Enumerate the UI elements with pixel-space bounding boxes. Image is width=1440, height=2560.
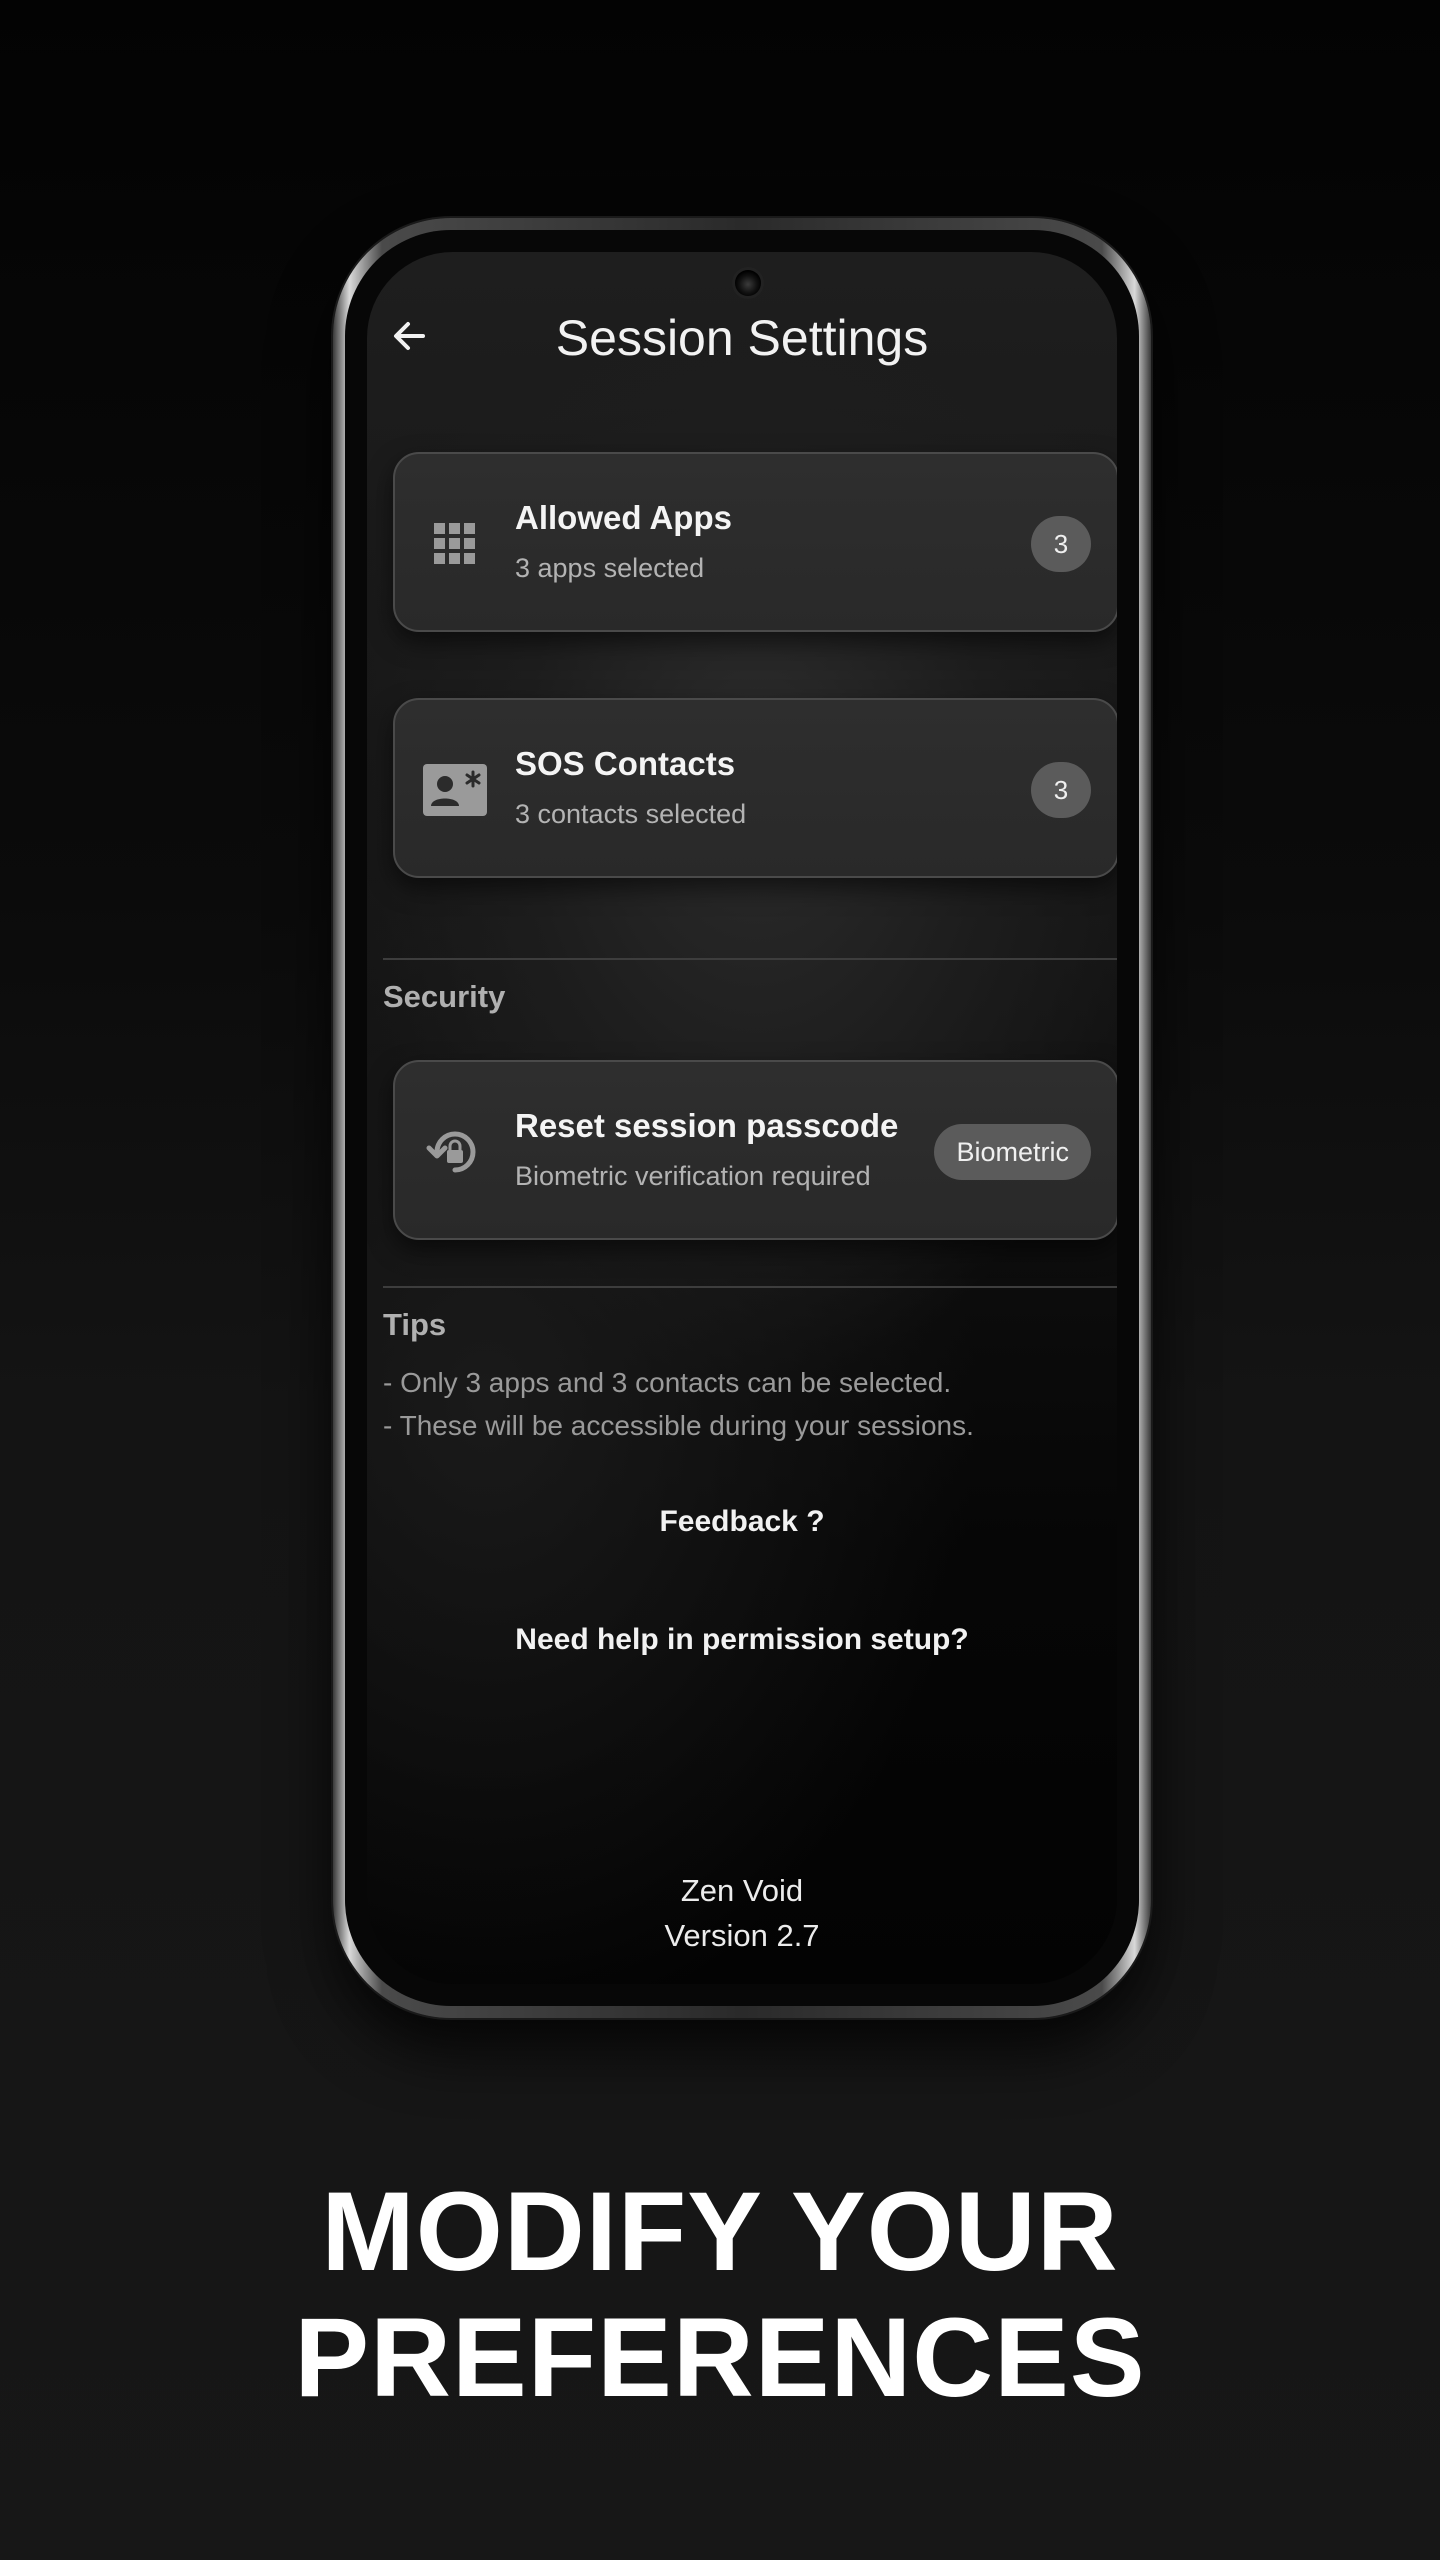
app-name: Zen Void [680, 1873, 804, 1908]
contact-card-icon [423, 758, 487, 822]
phone-frame: Session Settings Allowed Apps 3 apps sel… [333, 218, 1151, 2018]
caption-line-2: PREFERENCES [294, 2295, 1146, 2420]
section-divider [383, 1286, 1117, 1288]
app-screen: Session Settings Allowed Apps 3 apps sel… [367, 252, 1117, 1984]
allowed-apps-subtitle: 3 apps selected [515, 553, 705, 583]
phone-bezel: Session Settings Allowed Apps 3 apps sel… [345, 230, 1139, 2006]
tip-line: - Only 3 apps and 3 contacts can be sele… [383, 1367, 952, 1398]
permission-help-link[interactable]: Need help in permission setup? [367, 1622, 1117, 1658]
section-divider [383, 958, 1117, 960]
front-camera [735, 270, 761, 296]
feedback-link[interactable]: Feedback ? [367, 1504, 1117, 1540]
lock-reset-icon [423, 1120, 487, 1184]
sos-contacts-card[interactable]: SOS Contacts 3 contacts selected 3 [393, 698, 1117, 878]
allowed-apps-title: Allowed Apps [515, 499, 732, 536]
allowed-apps-card[interactable]: Allowed Apps 3 apps selected 3 [393, 452, 1117, 632]
reset-passcode-card[interactable]: Reset session passcode Biometric verific… [393, 1060, 1117, 1240]
sos-contacts-title: SOS Contacts [515, 745, 736, 782]
tips-heading: Tips [383, 1307, 447, 1342]
sos-contacts-count-badge: 3 [1031, 762, 1091, 818]
reset-passcode-subtitle: Biometric verification required [515, 1161, 871, 1191]
app-version: Version 2.7 [664, 1918, 820, 1953]
reset-passcode-title: Reset session passcode [515, 1107, 899, 1144]
sos-contacts-subtitle: 3 contacts selected [515, 799, 747, 829]
page-title: Session Settings [555, 310, 929, 366]
apps-grid-icon [423, 512, 487, 576]
security-heading: Security [383, 979, 506, 1014]
allowed-apps-count-badge: 3 [1031, 516, 1091, 572]
tip-line: - These will be accessible during your s… [383, 1410, 974, 1441]
caption-line-1: MODIFY YOUR [321, 2169, 1119, 2294]
biometric-badge: Biometric [934, 1124, 1091, 1180]
